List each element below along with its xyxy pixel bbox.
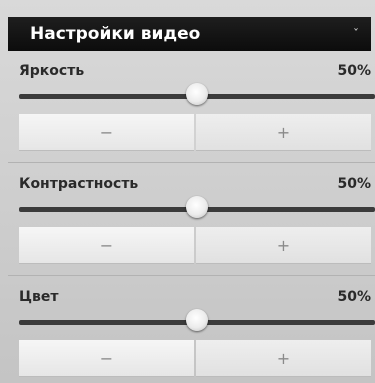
panel-header[interactable]: Настройки видео ˇ [8,17,371,51]
color-section: Цвет 50% − + [8,277,375,383]
brightness-slider[interactable] [19,83,375,105]
contrast-increase-button[interactable]: + [196,227,371,264]
video-settings-panel: Настройки видео ˇ Яркость 50% − + Контра… [0,0,375,383]
brightness-section: Яркость 50% − + [8,51,375,163]
contrast-section: Контрастность 50% − + [8,164,375,276]
contrast-value: 50% [337,176,371,192]
color-label: Цвет [19,289,59,305]
panel-title: Настройки видео [30,24,201,44]
brightness-decrease-button[interactable]: − [19,114,194,151]
brightness-label: Яркость [19,63,85,79]
slider-thumb[interactable] [186,309,208,331]
contrast-slider[interactable] [19,196,375,218]
section-divider [8,162,375,163]
brightness-increase-button[interactable]: + [196,114,371,151]
color-decrease-button[interactable]: − [19,340,194,377]
chevron-down-icon[interactable]: ˇ [353,28,359,40]
slider-thumb[interactable] [186,196,208,218]
brightness-value: 50% [337,63,371,79]
color-value: 50% [337,289,371,305]
section-divider [8,275,375,276]
color-buttons: − + [19,340,371,377]
color-slider[interactable] [19,309,375,331]
contrast-buttons: − + [19,227,371,264]
color-increase-button[interactable]: + [196,340,371,377]
brightness-buttons: − + [19,114,371,151]
slider-thumb[interactable] [186,83,208,105]
contrast-label: Контрастность [19,176,139,192]
contrast-decrease-button[interactable]: − [19,227,194,264]
